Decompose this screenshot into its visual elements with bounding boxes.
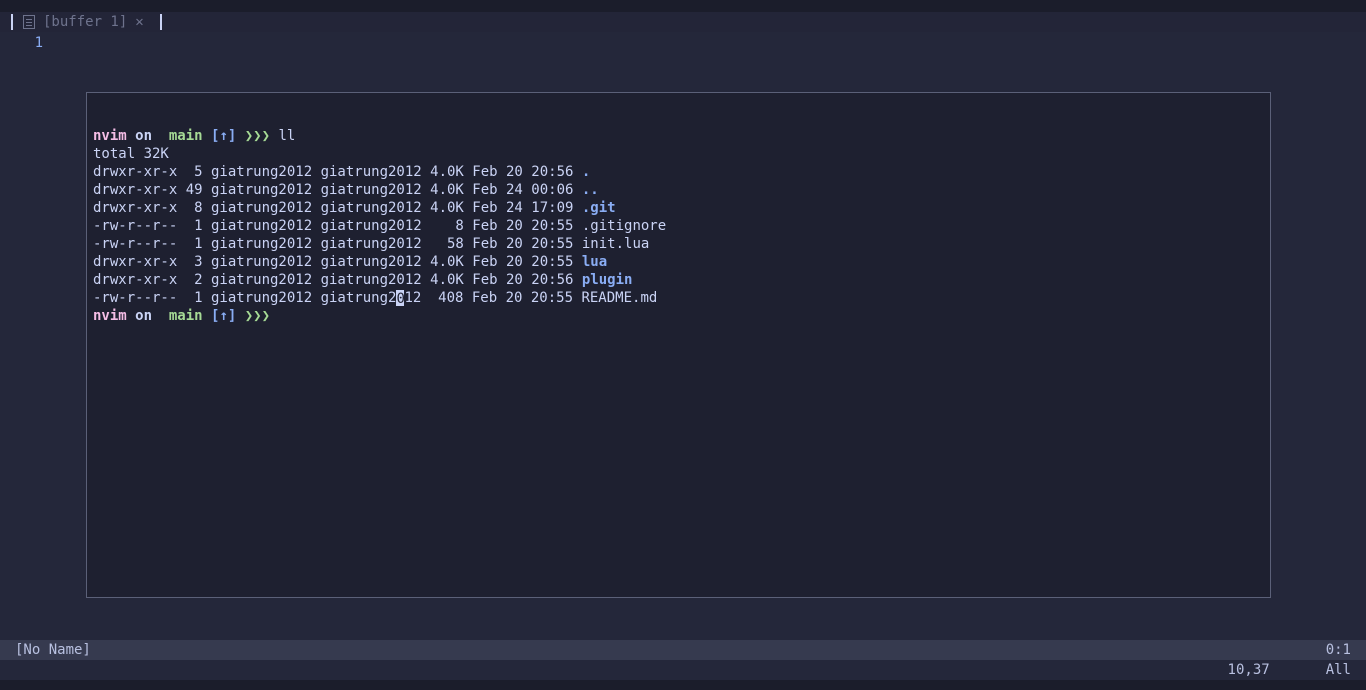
- line-number-gutter: 1: [11, 32, 47, 52]
- tab-end-separator-icon: [160, 14, 162, 30]
- cmdline-right-edge: [1355, 660, 1366, 680]
- scroll-indicator: All: [1326, 661, 1351, 679]
- tabbar-left-edge: [0, 12, 11, 32]
- command-line[interactable]: 10,37 All: [11, 660, 1355, 680]
- bottom-gap: [0, 680, 1366, 690]
- statusbar-right-edge: [1355, 640, 1366, 660]
- ls-row: drwxr-xr-x 2 giatrung2012 giatrung2012 4…: [93, 272, 632, 288]
- tab-bar[interactable]: [buffer 1] ✕: [11, 12, 1355, 32]
- editor-right-margin: [1355, 32, 1366, 640]
- prompt-on: on: [127, 128, 161, 144]
- close-icon[interactable]: ✕: [135, 13, 143, 31]
- prompt-branch: main: [160, 128, 211, 144]
- cursor-position: 10,37: [1228, 661, 1270, 679]
- prompt-line-1: nvim on main [↑] ❯❯❯: [93, 128, 270, 144]
- ls-row: drwxr-xr-x 49 giatrung2012 giatrung2012 …: [93, 182, 599, 198]
- ls-row: drwxr-xr-x 8 giatrung2012 giatrung2012 4…: [93, 200, 616, 216]
- prompt-arrows-icon: ❯❯❯: [245, 128, 270, 144]
- top-gap: [0, 0, 1366, 12]
- ls-total: total 32K: [93, 146, 169, 162]
- status-filename: [No Name]: [15, 641, 91, 659]
- command-text: ll: [270, 128, 295, 144]
- ls-row: -rw-r--r-- 1 giatrung2012 giatrung2012 5…: [93, 236, 649, 252]
- ls-row: -rw-r--r-- 1 giatrung2012 giatrung2012 8…: [93, 218, 666, 234]
- tab-buffer-1[interactable]: [buffer 1] ✕: [17, 13, 150, 31]
- app-root: [buffer 1] ✕ 1 nvim on main [↑] ❯❯❯ ll t…: [0, 0, 1366, 690]
- editor-left-margin: [0, 32, 11, 640]
- tab-label: [buffer 1]: [43, 13, 127, 31]
- status-bar: [No Name] 0:1: [11, 640, 1355, 660]
- floating-terminal[interactable]: nvim on main [↑] ❯❯❯ ll total 32K drwxr-…: [86, 92, 1271, 598]
- file-icon: [23, 15, 35, 29]
- ls-row-last: -rw-r--r-- 1 giatrung2012 giatrung2012 4…: [93, 290, 657, 306]
- cmdline-left-edge: [0, 660, 11, 680]
- prompt-arrows-icon: ❯❯❯: [245, 308, 270, 324]
- status-position: 0:1: [1326, 641, 1351, 659]
- tabbar-right-edge: [1355, 12, 1366, 32]
- ls-row: drwxr-xr-x 3 giatrung2012 giatrung2012 4…: [93, 254, 607, 270]
- tab-separator-icon: [11, 14, 13, 30]
- line-number: 1: [35, 35, 43, 51]
- prompt-dir: nvim: [93, 128, 127, 144]
- statusbar-left-edge: [0, 640, 11, 660]
- prompt-status: [↑]: [211, 128, 245, 144]
- ls-row: drwxr-xr-x 5 giatrung2012 giatrung2012 4…: [93, 164, 590, 180]
- prompt-line-2: nvim on main [↑] ❯❯❯: [93, 308, 270, 324]
